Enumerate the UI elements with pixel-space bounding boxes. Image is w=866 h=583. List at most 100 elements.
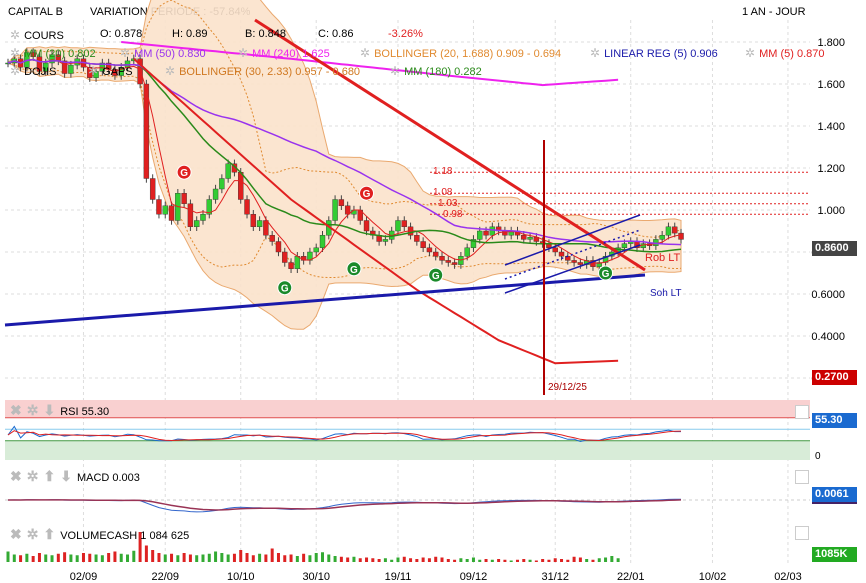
- legend-mm180[interactable]: ✲ MM (180) 0.282: [390, 64, 482, 78]
- volume-bar: [490, 559, 494, 562]
- gear-icon[interactable]: ✲: [10, 46, 20, 60]
- volume-bar: [144, 545, 148, 562]
- volume-bar: [396, 557, 400, 562]
- candle: [288, 262, 294, 270]
- volume-bar: [604, 557, 608, 562]
- close-icon[interactable]: ✖: [10, 402, 22, 418]
- legend-cours[interactable]: ✲ COURS: [10, 28, 64, 42]
- volume-bar: [251, 555, 255, 562]
- gear-icon[interactable]: ✲: [745, 46, 755, 60]
- gear-icon[interactable]: ✲: [238, 46, 248, 60]
- arrow-down-icon[interactable]: ⬇: [60, 468, 72, 484]
- legend-label: MM (5) 0.870: [759, 48, 825, 60]
- rsi-axis-0: 0: [815, 451, 821, 462]
- candle: [225, 163, 231, 179]
- legend-label: LINEAR REG (5) 0.906: [604, 48, 718, 60]
- legend-mm240[interactable]: ✲ MM (240) 1.625: [238, 46, 330, 60]
- legend-mm5[interactable]: ✲ MM (5) 0.870: [745, 46, 824, 60]
- candle: [464, 247, 470, 257]
- legend-bollinger20[interactable]: ✲ BOLLINGER (20, 1.688) 0.909 - 0.694: [360, 46, 561, 60]
- macd-checkbox[interactable]: [795, 470, 809, 484]
- legend-bollinger30[interactable]: ✲ BOLLINGER (30, 2.33) 0.957 - 0.680: [165, 64, 360, 78]
- volume-bar: [188, 554, 192, 562]
- volume-bar: [339, 556, 343, 562]
- volume-bar: [566, 559, 570, 562]
- volume-bar: [264, 554, 268, 562]
- x-tick-label: 02/03: [774, 571, 802, 583]
- candle: [483, 230, 489, 236]
- gear-icon[interactable]: ✲: [120, 46, 130, 60]
- signal-label: G: [281, 284, 289, 295]
- arrow-up-icon[interactable]: ⬆: [43, 468, 55, 484]
- volume-bar: [176, 555, 180, 562]
- volume-bar: [440, 557, 444, 562]
- volume-bar: [283, 555, 287, 562]
- legend-linear-reg[interactable]: ✲ LINEAR REG (5) 0.906: [590, 46, 718, 60]
- candle: [659, 234, 665, 240]
- volume-bar: [182, 553, 186, 562]
- volume-bar: [276, 553, 280, 562]
- candle: [571, 260, 577, 263]
- close-icon[interactable]: ✖: [10, 468, 22, 484]
- volume-bar: [333, 556, 337, 562]
- volume-bar: [509, 560, 513, 562]
- volume-bar: [157, 553, 161, 562]
- gear-icon[interactable]: ✲: [88, 64, 98, 78]
- candle: [401, 220, 407, 227]
- arrow-down-icon[interactable]: ⬇: [43, 402, 55, 418]
- vertical-line-date: 29/12/25: [548, 382, 587, 393]
- close-icon[interactable]: ✖: [10, 526, 22, 542]
- candle: [313, 247, 319, 253]
- gear-icon[interactable]: ✲: [590, 46, 600, 60]
- candle: [445, 260, 451, 263]
- gear-icon[interactable]: ✲: [10, 64, 20, 78]
- trendline-label-soh: Soh LT: [650, 288, 682, 299]
- legend-label: BOLLINGER (20, 1.688) 0.909 - 0.694: [374, 48, 562, 60]
- macd-panel-header: ✖ ✲ ⬆ ⬇ MACD 0.003: [10, 468, 140, 485]
- volume-bar: [541, 559, 545, 562]
- volume-bar: [446, 559, 450, 562]
- rsi-checkbox[interactable]: [795, 405, 809, 419]
- legend-gaps[interactable]: ✲ GAPS: [88, 64, 133, 78]
- volume-bar: [471, 557, 475, 562]
- volume-bar: [100, 555, 104, 562]
- volume-bar: [358, 558, 362, 562]
- gear-icon[interactable]: ✲: [27, 402, 39, 418]
- volume-bar: [308, 555, 312, 562]
- arrow-up-icon[interactable]: ⬆: [43, 526, 55, 542]
- candle: [156, 199, 162, 215]
- legend-label: MM (20) 0.802: [24, 48, 96, 60]
- legend-label: GAPS: [102, 66, 133, 78]
- legend-mm20[interactable]: ✲ MM (20) 0.802: [10, 46, 96, 60]
- candle: [294, 256, 301, 270]
- y-tick-label: 1.600: [817, 79, 845, 91]
- legend-dojis[interactable]: ✲ DOJIS: [10, 64, 56, 78]
- gear-icon[interactable]: ✲: [10, 28, 20, 42]
- volume-checkbox[interactable]: [795, 526, 809, 540]
- volume-bar: [484, 559, 488, 562]
- fib-level-label: 1.08: [433, 187, 453, 198]
- macd-label: MACD 0.003: [76, 472, 140, 484]
- candle: [395, 220, 401, 232]
- volume-bar: [503, 559, 507, 562]
- gear-icon[interactable]: ✲: [165, 64, 175, 78]
- candle: [282, 251, 288, 263]
- volume-bar: [12, 554, 16, 562]
- rsi-oversold-zone: [5, 440, 810, 460]
- candle: [244, 199, 250, 215]
- volume-bar: [465, 559, 469, 562]
- gear-icon[interactable]: ✲: [27, 468, 39, 484]
- volume-label: VOLUMECASH 1 084 625: [60, 530, 190, 542]
- volume-bar: [371, 558, 375, 562]
- gear-icon[interactable]: ✲: [390, 64, 400, 78]
- volume-bar: [383, 558, 387, 562]
- gear-icon[interactable]: ✲: [27, 526, 39, 542]
- gear-icon[interactable]: ✲: [360, 46, 370, 60]
- x-tick-label: 31/12: [541, 571, 569, 583]
- price-chart[interactable]: 1.8001.6001.4001.2001.0000.80000.60000.4…: [0, 0, 866, 583]
- volume-bar: [113, 551, 117, 562]
- legend-mm50[interactable]: ✲ MM (50) 0.830: [120, 46, 206, 60]
- rsi-badge: 55.30: [812, 413, 857, 428]
- candle: [68, 64, 74, 74]
- volume-bar: [585, 559, 589, 562]
